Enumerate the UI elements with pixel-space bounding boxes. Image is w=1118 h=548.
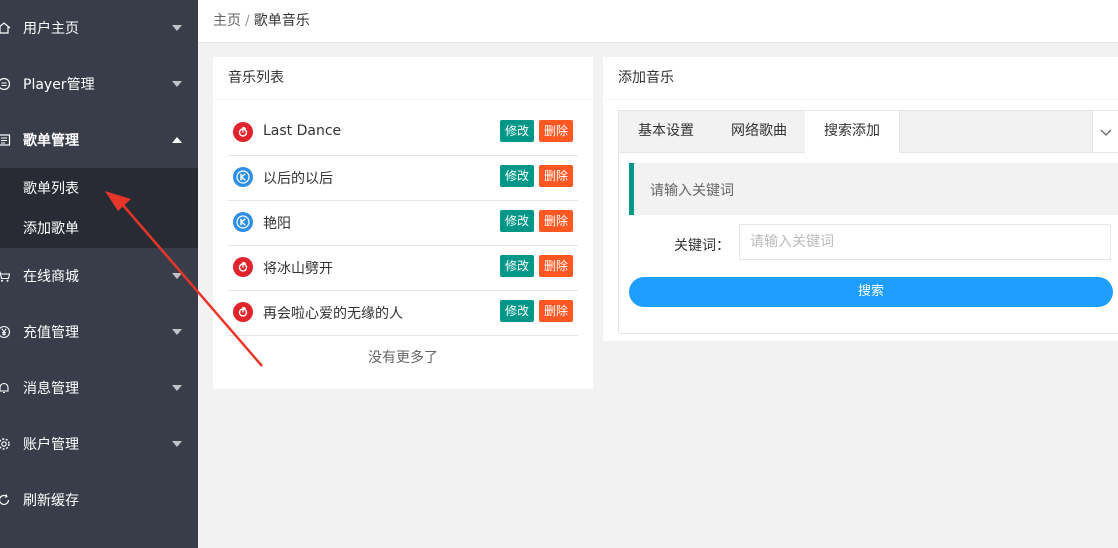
refresh-icon	[0, 493, 11, 507]
list-item: 将冰山劈开 修改 删除	[228, 245, 578, 291]
music-list-title: 音乐列表	[213, 57, 593, 100]
edit-button[interactable]: 修改	[500, 255, 535, 277]
breadcrumb: 主页 / 歌单音乐	[213, 10, 310, 30]
list-item: Last Dance 修改 删除	[228, 110, 578, 156]
caret-down-icon	[172, 329, 182, 335]
caret-down-icon	[172, 81, 182, 87]
no-more-text: 没有更多了	[368, 350, 438, 366]
tab-basic-settings[interactable]: 基本设置	[619, 111, 713, 152]
breadcrumb-separator: /	[245, 13, 250, 29]
nav-label: 充值管理	[23, 325, 79, 341]
nav-item-messages[interactable]: 消息管理	[0, 360, 198, 416]
music-title: 再会啦心爱的无缘的人	[263, 306, 403, 322]
add-music-title: 添加音乐	[603, 57, 1118, 100]
kugou-music-icon	[233, 212, 253, 232]
nav-label: 用户主页	[23, 21, 79, 37]
list-item: 再会啦心爱的无缘的人 修改 删除	[228, 290, 578, 336]
nav-label: 账户管理	[23, 437, 79, 453]
keyword-input[interactable]	[739, 224, 1111, 260]
tab-bar: 基本设置 网络歌曲 搜索添加	[619, 111, 1118, 153]
nav-label: 歌单管理	[23, 133, 79, 149]
nav-item-user-home[interactable]: 用户主页	[0, 0, 198, 56]
music-list-card: 音乐列表 Last Dance 修改 删除 以后的以后 修改 删除 艳阳 修改 …	[213, 57, 593, 389]
list-item: 艳阳 修改 删除	[228, 200, 578, 246]
caret-down-icon	[172, 25, 182, 31]
top-bar: 主页 / 歌单音乐	[198, 0, 1118, 43]
gear-icon	[0, 437, 11, 451]
hint-text: 请输入关键词	[650, 183, 734, 199]
music-title: 以后的以后	[263, 171, 333, 187]
submenu-item-playlist-list[interactable]: 歌单列表	[0, 168, 198, 208]
tab-network-songs[interactable]: 网络歌曲	[713, 111, 805, 152]
delete-button[interactable]: 删除	[539, 210, 574, 232]
edit-button[interactable]: 修改	[500, 120, 535, 142]
caret-up-icon	[172, 137, 182, 143]
delete-button[interactable]: 删除	[539, 255, 574, 277]
nav-item-recharge[interactable]: 充值管理	[0, 304, 198, 360]
music-title: Last Dance	[263, 123, 342, 139]
nav-label: 消息管理	[23, 381, 79, 397]
netease-music-icon	[233, 122, 253, 142]
list-item: 以后的以后 修改 删除	[228, 155, 578, 201]
breadcrumb-home[interactable]: 主页	[213, 13, 241, 29]
nav-item-shop[interactable]: 在线商城	[0, 248, 198, 304]
music-title: 将冰山劈开	[263, 261, 333, 277]
edit-button[interactable]: 修改	[500, 165, 535, 187]
sidebar: 用户主页 Player管理 歌单管理 歌单列表 添加歌单 在线商城 充值管理 消…	[0, 0, 198, 548]
kugou-music-icon	[233, 167, 253, 187]
tab-search-add[interactable]: 搜索添加	[805, 111, 900, 153]
nav-item-playlist[interactable]: 歌单管理	[0, 112, 198, 168]
music-title: 艳阳	[263, 216, 291, 232]
yen-icon	[0, 325, 11, 339]
delete-button[interactable]: 删除	[539, 300, 574, 322]
netease-music-icon	[233, 257, 253, 277]
nav-label: 在线商城	[23, 269, 79, 285]
caret-down-icon	[172, 441, 182, 447]
submenu-playlist: 歌单列表 添加歌单	[0, 168, 198, 248]
keyword-label: 关键词：	[674, 238, 730, 254]
edit-button[interactable]: 修改	[500, 210, 535, 232]
caret-down-icon	[172, 273, 182, 279]
edit-button[interactable]: 修改	[500, 300, 535, 322]
caret-down-icon	[172, 385, 182, 391]
chevron-down-icon	[1100, 129, 1112, 136]
tab-more-button[interactable]	[1092, 111, 1118, 152]
hint-block: 请输入关键词	[629, 163, 1118, 215]
delete-button[interactable]: 删除	[539, 120, 574, 142]
search-button[interactable]: 搜索	[629, 277, 1113, 307]
nav-item-account[interactable]: 账户管理	[0, 416, 198, 472]
player-icon	[0, 77, 11, 91]
add-music-card: 添加音乐 基本设置 网络歌曲 搜索添加 请输入关键词 关键词： 搜索	[603, 57, 1118, 341]
submenu-item-add-playlist[interactable]: 添加歌单	[0, 208, 198, 248]
nav-label: Player管理	[23, 77, 95, 93]
bell-icon	[0, 381, 11, 395]
add-music-tabs: 基本设置 网络歌曲 搜索添加 请输入关键词 关键词： 搜索	[618, 110, 1118, 334]
nav-item-player[interactable]: Player管理	[0, 56, 198, 112]
delete-button[interactable]: 删除	[539, 165, 574, 187]
home-icon	[0, 21, 11, 35]
netease-music-icon	[233, 302, 253, 322]
nav-label: 刷新缓存	[23, 493, 79, 509]
cart-icon	[0, 269, 11, 283]
playlist-icon	[0, 133, 11, 147]
nav-item-refresh-cache[interactable]: 刷新缓存	[0, 472, 198, 528]
breadcrumb-current: 歌单音乐	[253, 13, 310, 29]
